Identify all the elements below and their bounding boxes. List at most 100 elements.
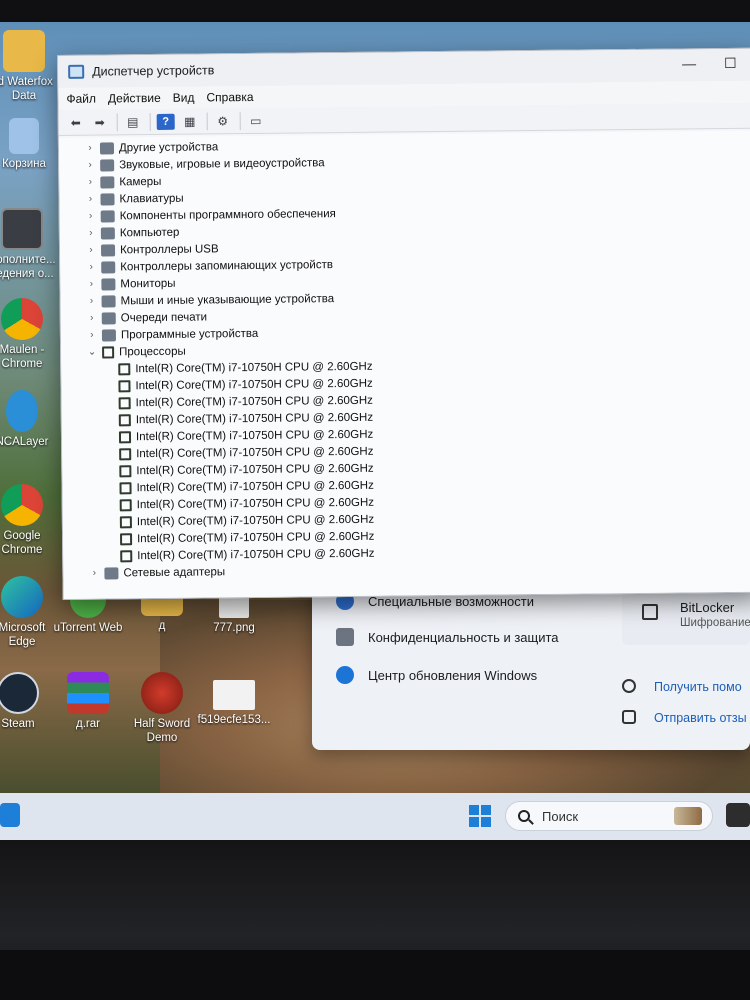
device-unknown-icon [99, 141, 115, 155]
tree-category-label: Другие устройства [118, 140, 219, 154]
tree-category-label: Компьютер [119, 226, 180, 239]
processor-icon [119, 481, 132, 494]
processor-label: Intel(R) Core(TM) i7-10750H CPU @ 2.60GH… [137, 530, 375, 545]
taskbar-search[interactable]: Поиск [505, 801, 713, 831]
image-file-icon [213, 680, 255, 710]
chrome-icon [1, 484, 43, 526]
window-title: Диспетчер устройств [92, 63, 215, 79]
expand-chevron-icon[interactable]: › [83, 177, 97, 188]
expand-chevron-icon[interactable]: › [85, 330, 99, 341]
expand-chevron-icon[interactable]: › [83, 194, 97, 205]
tree-category-label: Компоненты программного обеспечения [119, 207, 336, 222]
processor-icon [120, 549, 133, 562]
tree-category-label: Процессоры [119, 345, 186, 358]
device-tree: › Другие устройства › Звуковые, игровые и в… [58, 130, 750, 599]
ncalayer-icon [6, 390, 38, 432]
desktop-icon-rar[interactable]: д.rar [48, 672, 128, 731]
send-feedback-link[interactable]: Отправить отзы [654, 711, 747, 725]
get-help-link[interactable]: Получить помо [654, 680, 742, 694]
expand-chevron-icon[interactable]: › [83, 160, 97, 171]
processor-icon [118, 362, 131, 375]
expand-chevron-icon[interactable]: › [85, 296, 99, 307]
software-component-icon [100, 209, 115, 223]
settings-item-windows-update[interactable]: Центр обновления Windows [336, 666, 537, 684]
camera-icon [100, 175, 115, 189]
desktop-icon-extra[interactable]: Дополните... ведения о... [0, 208, 62, 281]
keyboard-icon [100, 192, 115, 206]
expand-chevron-icon[interactable]: › [84, 262, 98, 273]
minimize-button[interactable]: — [682, 55, 696, 71]
view-icon[interactable]: ▦ [181, 113, 199, 129]
expand-chevron-icon[interactable]: › [83, 143, 97, 154]
menu-action[interactable]: Действие [108, 91, 161, 106]
tree-category-label: Сетевые адаптеры [123, 565, 226, 579]
desktop-icon-label: Maulen - Chrome [0, 344, 45, 370]
device-manager-icon [68, 64, 85, 79]
search-highlight-icon [674, 807, 702, 825]
laptop-base [0, 950, 750, 1000]
recycle-bin-icon [9, 118, 39, 154]
expand-chevron-icon[interactable]: › [85, 313, 99, 324]
desktop-icon-label: NCALayer [0, 436, 49, 448]
expand-chevron-icon[interactable]: › [84, 279, 98, 290]
desktop-icon-label: f519ecfe153... [197, 714, 271, 726]
desktop-icon-waterfox[interactable]: ld Waterfox Data [0, 30, 64, 103]
menu-help[interactable]: Справка [206, 90, 253, 104]
processor-label: Intel(R) Core(TM) i7-10750H CPU @ 2.60GH… [136, 462, 374, 477]
expand-chevron-icon[interactable]: › [87, 568, 101, 579]
forward-arrow-icon[interactable]: ➡ [91, 114, 109, 130]
desktop-icon-halfsword[interactable]: Half Sword Demo [122, 672, 202, 745]
speaker-icon [100, 158, 115, 172]
help-icon[interactable]: ? [156, 113, 175, 130]
folder-icon [3, 30, 45, 72]
category-list: › Другие устройства › Звуковые, игровые и в… [59, 131, 750, 582]
steam-icon [0, 672, 39, 714]
printer-icon [101, 311, 116, 325]
processor-label: Intel(R) Core(TM) i7-10750H CPU @ 2.60GH… [135, 394, 373, 409]
widgets-icon[interactable] [0, 803, 20, 827]
bottom-bezel [0, 840, 750, 1000]
desktop-icon-recycle-bin[interactable]: Корзина [0, 118, 64, 171]
start-button[interactable] [469, 805, 491, 827]
chrome-icon [1, 298, 43, 340]
monitor-icon[interactable]: ▭ [247, 112, 265, 128]
processor-icon [118, 413, 131, 426]
desktop-icon-chrome[interactable]: Google Chrome [0, 484, 62, 557]
feedback-icon [622, 710, 636, 724]
desktop-icon-f519[interactable]: f519ecfe153... [194, 680, 274, 727]
expand-chevron-icon[interactable]: › [84, 245, 98, 256]
scan-hardware-icon[interactable]: ⚙ [214, 113, 232, 129]
network-adapter-icon [104, 566, 119, 580]
toolbar-divider [206, 111, 208, 130]
processor-label: Intel(R) Core(TM) i7-10750H CPU @ 2.60GH… [136, 496, 375, 511]
processor-label: Intel(R) Core(TM) i7-10750H CPU @ 2.60GH… [135, 411, 374, 426]
collapse-chevron-icon[interactable]: ⌄ [85, 347, 99, 358]
menu-view[interactable]: Вид [173, 91, 195, 105]
processor-icon [118, 396, 131, 409]
processor-icon [118, 430, 132, 443]
storage-controller-icon [101, 260, 116, 274]
desktop-icon-ncalayer[interactable]: NCALayer [0, 390, 62, 449]
back-arrow-icon[interactable]: ⬅ [67, 114, 85, 130]
app-icon [1, 208, 43, 250]
desktop-icon-label: Half Sword Demo [133, 718, 191, 744]
desktop-icon-chrome-user[interactable]: Maulen - Chrome [0, 298, 62, 371]
expand-chevron-icon[interactable]: › [84, 228, 98, 239]
processor-label: Intel(R) Core(TM) i7-10750H CPU @ 2.60GH… [136, 479, 374, 494]
processor-icon [119, 498, 132, 511]
top-bezel [0, 0, 750, 22]
device-manager-window: Диспетчер устройств — ☐ Файл Действие Ви… [57, 47, 750, 600]
properties-icon[interactable]: ▤ [124, 114, 142, 130]
tree-category-label: Звуковые, игровые и видеоустройства [119, 156, 325, 171]
settings-item-privacy[interactable]: Конфиденциальность и защита [336, 628, 559, 646]
shield-icon [336, 628, 354, 646]
desktop-icon-label: Дополните... ведения о... [0, 254, 56, 280]
expand-chevron-icon[interactable]: › [84, 211, 98, 222]
maximize-button[interactable]: ☐ [724, 55, 737, 72]
settings-item-label: Центр обновления Windows [368, 667, 538, 683]
taskbar-app-icon[interactable] [726, 803, 750, 827]
bitlocker-title: BitLocker [680, 600, 735, 615]
menu-file[interactable]: Файл [66, 92, 96, 106]
settings-item-label: Конфиденциальность и защита [368, 629, 559, 645]
software-device-icon [101, 328, 116, 342]
